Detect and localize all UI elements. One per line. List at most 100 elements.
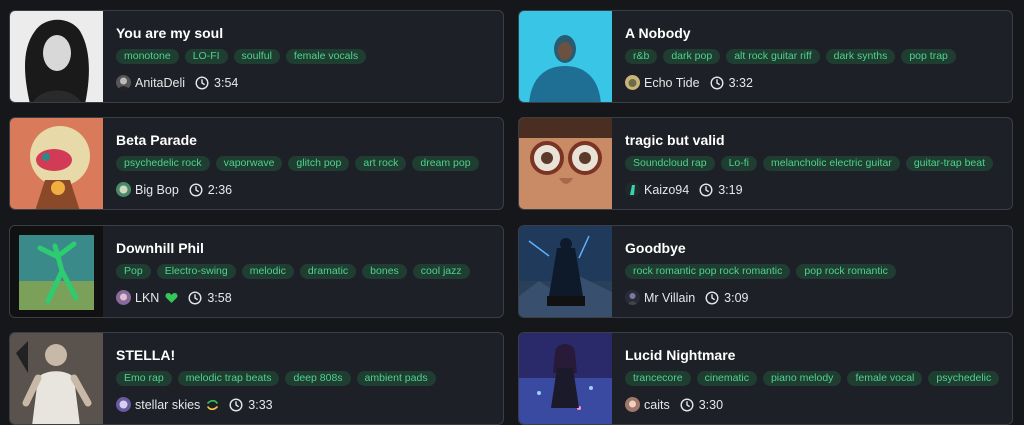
genre-tag[interactable]: guitar-trap beat (905, 156, 994, 171)
artist-name[interactable]: Big Bop (135, 183, 179, 197)
genre-tag[interactable]: female vocal (847, 371, 923, 386)
track-meta: LKN 3:58 (116, 290, 232, 305)
genre-tag[interactable]: alt rock guitar riff (726, 49, 820, 64)
genre-tag[interactable]: glitch pop (288, 156, 350, 171)
genre-tag[interactable]: melodic (241, 264, 294, 279)
genre-tag[interactable]: soulful (233, 49, 280, 64)
track-card[interactable]: tragic but valid Soundcloud rap Lo-fi me… (518, 117, 1013, 210)
genre-tag[interactable]: pop trap (901, 49, 956, 64)
track-title[interactable]: Goodbye (625, 240, 686, 256)
cover-art[interactable] (10, 118, 103, 209)
artist-name[interactable]: Mr Villain (644, 291, 695, 305)
track-card[interactable]: A Nobody r&b dark pop alt rock guitar ri… (518, 10, 1013, 103)
genre-tag[interactable]: Electro-swing (156, 264, 236, 279)
cover-art[interactable] (519, 11, 612, 102)
genre-tag[interactable]: monotone (116, 49, 179, 64)
track-title[interactable]: tragic but valid (625, 132, 725, 148)
genre-tag[interactable]: Lo-fi (720, 156, 757, 171)
track-duration: 3:32 (728, 75, 753, 90)
track-title[interactable]: You are my soul (116, 25, 223, 41)
cover-art[interactable] (10, 11, 103, 102)
track-meta: Kaizo94 3:19 (625, 182, 743, 197)
genre-tag[interactable]: r&b (625, 49, 658, 64)
avatar[interactable] (116, 397, 131, 412)
genre-tag[interactable]: female vocals (285, 49, 367, 64)
track-title[interactable]: STELLA! (116, 347, 175, 363)
track-meta: stellar skies 3:33 (116, 397, 273, 412)
avatar[interactable] (625, 397, 640, 412)
clock-icon (710, 75, 724, 90)
heart-icon (165, 292, 178, 304)
tag-list: Emo rap melodic trap beats deep 808s amb… (116, 371, 436, 386)
artist-name[interactable]: AnitaDeli (135, 76, 185, 90)
track-duration: 3:58 (207, 290, 232, 305)
genre-tag[interactable]: cinematic (696, 371, 757, 386)
track-meta: caits 3:30 (625, 397, 723, 412)
avatar[interactable] (116, 290, 131, 305)
tag-list: Pop Electro-swing melodic dramatic bones… (116, 264, 470, 279)
clock-icon (699, 182, 713, 197)
genre-tag[interactable]: Pop (116, 264, 151, 279)
genre-tag[interactable]: melodic trap beats (177, 371, 280, 386)
track-card[interactable]: Lucid Nightmare trancecore cinematic pia… (518, 332, 1013, 425)
artist-name[interactable]: Echo Tide (644, 76, 700, 90)
clock-icon (188, 290, 202, 305)
artist-name[interactable]: LKN (135, 291, 159, 305)
artist-name[interactable]: Kaizo94 (644, 183, 689, 197)
genre-tag[interactable]: vaporwave (215, 156, 283, 171)
tag-list: psychedelic rock vaporwave glitch pop ar… (116, 156, 479, 171)
genre-tag[interactable]: psychedelic (928, 371, 1000, 386)
track-grid: You are my soul monotone LO-FI soulful f… (0, 0, 1024, 425)
cover-art[interactable] (519, 226, 612, 317)
track-card[interactable]: Downhill Phil Pop Electro-swing melodic … (9, 225, 504, 318)
genre-tag[interactable]: piano melody (762, 371, 842, 386)
genre-tag[interactable]: psychedelic rock (116, 156, 210, 171)
genre-tag[interactable]: dream pop (412, 156, 479, 171)
genre-tag[interactable]: dark synths (825, 49, 896, 64)
track-title[interactable]: Lucid Nightmare (625, 347, 735, 363)
track-card[interactable]: You are my soul monotone LO-FI soulful f… (9, 10, 504, 103)
track-title[interactable]: A Nobody (625, 25, 691, 41)
track-duration: 3:54 (214, 75, 239, 90)
genre-tag[interactable]: dark pop (663, 49, 721, 64)
genre-tag[interactable]: pop rock romantic (796, 264, 896, 279)
track-card[interactable]: STELLA! Emo rap melodic trap beats deep … (9, 332, 504, 425)
track-title[interactable]: Beta Parade (116, 132, 197, 148)
clock-icon (680, 397, 694, 412)
genre-tag[interactable]: Soundcloud rap (625, 156, 715, 171)
genre-tag[interactable]: LO-FI (184, 49, 228, 64)
genre-tag[interactable]: ambient pads (356, 371, 436, 386)
track-duration: 3:09 (724, 290, 749, 305)
track-meta: Big Bop 2:36 (116, 182, 232, 197)
track-duration: 3:33 (248, 397, 273, 412)
genre-tag[interactable]: Emo rap (116, 371, 172, 386)
avatar[interactable] (116, 182, 131, 197)
clock-icon (189, 182, 203, 197)
genre-tag[interactable]: bones (362, 264, 407, 279)
artist-name[interactable]: stellar skies (135, 398, 200, 412)
cover-art[interactable] (10, 226, 103, 317)
avatar[interactable] (116, 75, 131, 90)
tag-list: monotone LO-FI soulful female vocals (116, 49, 367, 64)
track-title[interactable]: Downhill Phil (116, 240, 204, 256)
genre-tag[interactable]: cool jazz (412, 264, 470, 279)
genre-tag[interactable]: rock romantic pop rock romantic (625, 264, 791, 279)
genre-tag[interactable]: deep 808s (285, 371, 351, 386)
tag-list: trancecore cinematic piano melody female… (625, 371, 1000, 386)
genre-tag[interactable]: art rock (355, 156, 407, 171)
track-meta: Echo Tide 3:32 (625, 75, 753, 90)
tag-list: Soundcloud rap Lo-fi melancholic electri… (625, 156, 994, 171)
cover-art[interactable] (519, 333, 612, 424)
clock-icon (195, 75, 209, 90)
genre-tag[interactable]: melancholic electric guitar (763, 156, 900, 171)
cover-art[interactable] (519, 118, 612, 209)
cover-art[interactable] (10, 333, 103, 424)
genre-tag[interactable]: dramatic (299, 264, 357, 279)
avatar[interactable] (625, 182, 640, 197)
avatar[interactable] (625, 290, 640, 305)
artist-name[interactable]: caits (644, 398, 670, 412)
genre-tag[interactable]: trancecore (625, 371, 691, 386)
track-card[interactable]: Goodbye rock romantic pop rock romantic … (518, 225, 1013, 318)
avatar[interactable] (625, 75, 640, 90)
track-card[interactable]: Beta Parade psychedelic rock vaporwave g… (9, 117, 504, 210)
